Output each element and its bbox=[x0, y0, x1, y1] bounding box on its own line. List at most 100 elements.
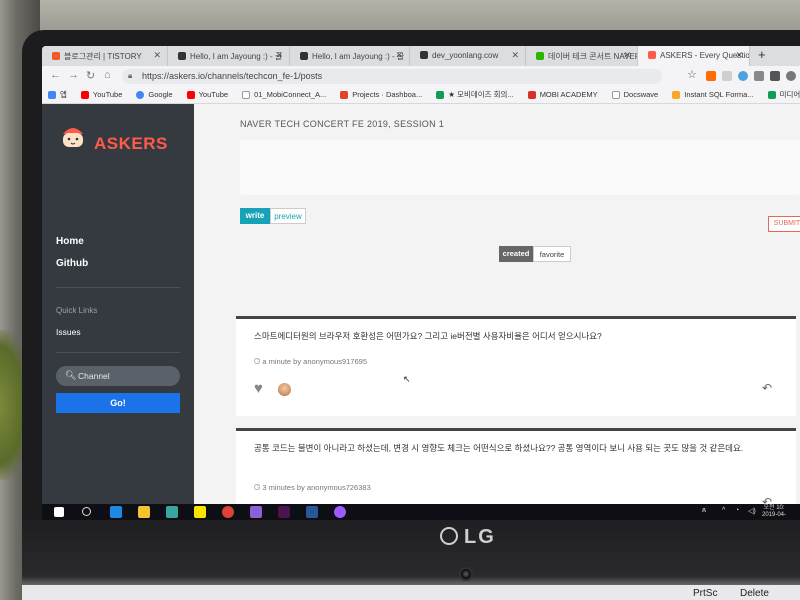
youtube-icon bbox=[80, 90, 89, 99]
bookmarks-bar: 앱 YouTube Google YouTube 01_MobiConnect_… bbox=[42, 86, 800, 104]
channel-input[interactable] bbox=[78, 369, 174, 383]
browser-tab[interactable]: 블로그관리 | TISTORY ✕ bbox=[42, 46, 168, 66]
bookmark-mobiconnect[interactable]: 01_MobiConnect_A... bbox=[242, 90, 326, 99]
close-icon[interactable]: ✕ bbox=[153, 50, 161, 61]
bookmark-label: MOBI ACADEMY bbox=[539, 90, 598, 99]
sort-favorite-button[interactable]: favorite bbox=[533, 246, 571, 262]
bookmark-mobi-academy[interactable]: MOBI ACADEMY bbox=[527, 90, 598, 99]
heart-icon[interactable]: ♥ bbox=[254, 381, 263, 396]
tray-volume-icon[interactable]: ◁) bbox=[748, 507, 756, 515]
forward-icon[interactable]: → bbox=[68, 69, 79, 81]
profile-icon[interactable] bbox=[786, 71, 796, 81]
question-text: 스마트에디터원의 브라우저 호환성은 어떤가요? 그리고 ie버전별 사용자비율… bbox=[254, 331, 602, 341]
main-content: NAVER TECH CONCERT FE 2019, SESSION 1 wr… bbox=[194, 104, 800, 520]
clock-icon: 🕓︎ bbox=[254, 357, 261, 366]
browser-tab[interactable]: 데이버 테크 콘서트 NAVER ✕ bbox=[526, 46, 638, 66]
bookmark-star-icon[interactable]: ☆ bbox=[687, 68, 697, 81]
write-tab[interactable]: write bbox=[240, 208, 270, 224]
apps-icon bbox=[48, 90, 56, 99]
question-meta: 🕓︎ a minute by anonymous917695 bbox=[254, 357, 367, 367]
sort-created-button[interactable]: created bbox=[499, 246, 533, 262]
bookmark-label: ★ 모비데이즈 회의... bbox=[448, 90, 514, 99]
gitlab-icon bbox=[340, 90, 349, 99]
bookmark-google[interactable]: Google bbox=[136, 90, 173, 99]
keyboard bbox=[22, 585, 800, 600]
reply-icon[interactable]: ↶ bbox=[762, 381, 772, 395]
tab-label: 블로그관리 | TISTORY bbox=[64, 52, 142, 61]
tray-people-icon[interactable]: ጸ bbox=[702, 507, 706, 515]
tab-label: Hello, I am Jayoung :) - 글 bbox=[190, 52, 283, 61]
document-icon bbox=[242, 90, 251, 99]
close-icon[interactable]: ✕ bbox=[395, 50, 403, 61]
lg-logo: LG bbox=[440, 526, 496, 549]
bookmark-label: 앱 bbox=[60, 90, 67, 99]
question-meta-text: a minute by anonymous917695 bbox=[262, 357, 367, 366]
tab-label: Hello, I am Jayoung :) - 글 bbox=[312, 52, 405, 61]
tray-chevron-up-icon[interactable]: ^ bbox=[722, 507, 725, 514]
submit-button[interactable]: SUBMIT bbox=[768, 216, 800, 232]
sheets-icon bbox=[436, 90, 445, 99]
browser-tab[interactable]: Hello, I am Jayoung :) - 글 ✕ bbox=[168, 46, 290, 66]
extension-icon[interactable] bbox=[706, 71, 716, 81]
go-button[interactable]: Go! bbox=[56, 393, 180, 413]
bookmark-label: Instant SQL Forma... bbox=[684, 90, 754, 99]
url-text: https://askers.io/channels/techcon_fe-1/… bbox=[142, 71, 323, 81]
search-icon[interactable] bbox=[82, 507, 91, 516]
browser-tab[interactable]: Hello, I am Jayoung :) - 글 ✕ bbox=[290, 46, 410, 66]
bookmark-docswave[interactable]: Docswave bbox=[611, 90, 659, 99]
close-icon[interactable]: ✕ bbox=[735, 50, 743, 61]
clock-time: 오전 10: bbox=[763, 505, 785, 511]
bookmark-apps[interactable]: 앱 bbox=[48, 89, 67, 100]
tab-favicon bbox=[52, 52, 60, 60]
issues-link[interactable]: Issues bbox=[56, 327, 81, 337]
youtube-icon bbox=[186, 90, 195, 99]
question-editor[interactable] bbox=[240, 140, 800, 195]
chrome-icon[interactable] bbox=[222, 506, 234, 518]
extension-icon[interactable] bbox=[754, 71, 764, 81]
tab-favicon bbox=[178, 52, 186, 60]
tray-clock[interactable]: 오전 10: 2019-04- bbox=[762, 505, 786, 519]
close-icon[interactable]: ✕ bbox=[623, 50, 631, 61]
bookmark-label: 01_MobiConnect_A... bbox=[254, 90, 327, 99]
extension-icon[interactable] bbox=[722, 71, 732, 81]
app-icon[interactable] bbox=[250, 506, 262, 518]
bookmark-youtube[interactable]: YouTube bbox=[186, 90, 228, 99]
question-meta: 🕓︎ 3 minutes by anonymous726383 bbox=[254, 483, 371, 493]
browser-tab[interactable]: dev_yoonlang.cow ✕ bbox=[410, 46, 526, 66]
address-bar[interactable]: 🔒︎ https://askers.io/channels/techcon_fe… bbox=[122, 69, 662, 84]
preview-tab[interactable]: preview bbox=[270, 208, 306, 224]
tray-network-icon[interactable]: ◔ bbox=[735, 507, 739, 514]
close-icon[interactable]: ✕ bbox=[275, 50, 283, 61]
webcam-icon bbox=[459, 567, 473, 581]
new-tab-button[interactable]: + bbox=[750, 46, 766, 66]
bookmark-media-solution[interactable]: 미디어솔루션 업무... bbox=[767, 89, 800, 100]
home-icon[interactable]: ⌂ bbox=[104, 69, 111, 81]
search-icon: 🔍︎ bbox=[65, 370, 77, 380]
bookmark-sql-formatter[interactable]: Instant SQL Forma... bbox=[672, 90, 754, 99]
back-icon[interactable]: ← bbox=[50, 69, 61, 81]
nav-home-link[interactable]: Home bbox=[56, 236, 84, 247]
academy-icon bbox=[527, 90, 536, 99]
bookmark-label: Docswave bbox=[623, 90, 659, 99]
bookmark-gitlab[interactable]: Projects · Dashboa... bbox=[340, 90, 422, 99]
extension-icon[interactable] bbox=[738, 71, 748, 81]
browser-tab-active[interactable]: ASKERS - Every Question S✕ bbox=[638, 46, 750, 66]
file-explorer-icon[interactable] bbox=[138, 506, 150, 518]
slack-icon[interactable] bbox=[278, 506, 290, 518]
tab-favicon bbox=[648, 51, 656, 59]
windows-start-icon[interactable] bbox=[54, 507, 64, 517]
bookmark-meeting[interactable]: ★ 모비데이즈 회의... bbox=[436, 89, 514, 100]
edge-icon[interactable] bbox=[110, 506, 122, 518]
app-icon[interactable] bbox=[334, 506, 346, 518]
app-icon[interactable] bbox=[166, 506, 178, 518]
kakaotalk-icon[interactable] bbox=[194, 506, 206, 518]
close-icon[interactable]: ✕ bbox=[511, 50, 519, 61]
extension-icon[interactable] bbox=[770, 71, 780, 81]
reload-icon[interactable]: ↻ bbox=[86, 69, 95, 82]
word-icon[interactable] bbox=[306, 506, 318, 518]
nav-github-link[interactable]: Github bbox=[56, 258, 88, 269]
bookmark-youtube[interactable]: YouTube bbox=[80, 90, 122, 99]
sheets-icon bbox=[767, 90, 776, 99]
clock-icon: 🕓︎ bbox=[254, 483, 261, 492]
sql-icon bbox=[672, 90, 681, 99]
